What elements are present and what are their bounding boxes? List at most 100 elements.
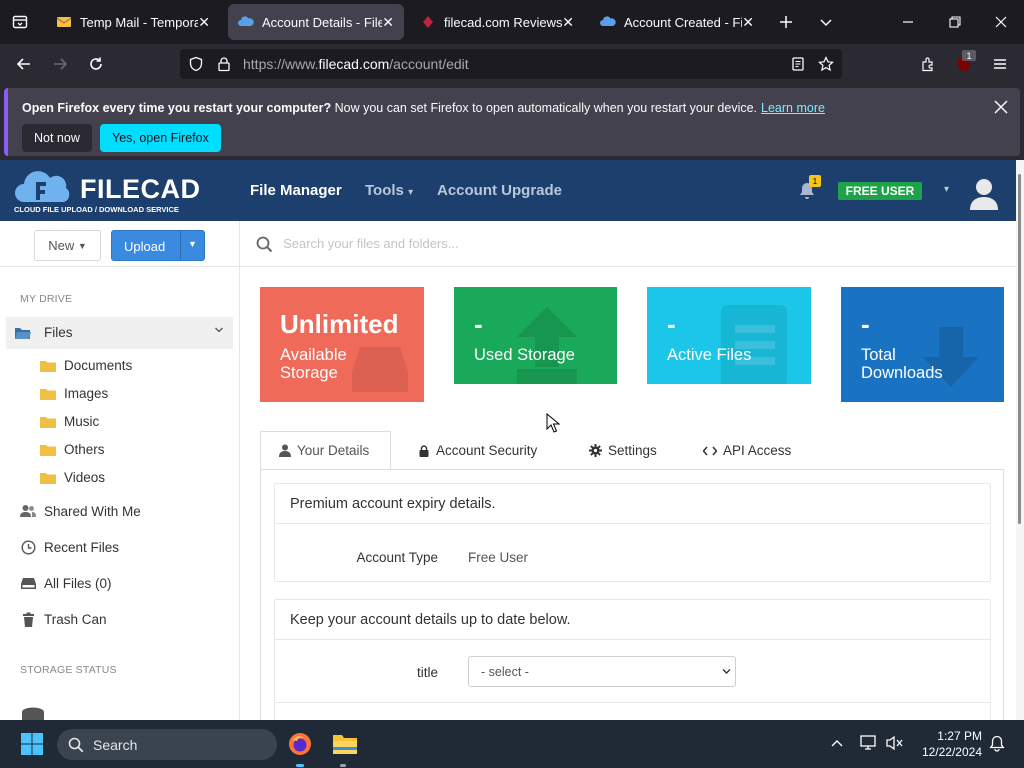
tab-account-details[interactable]: Account Details - Filecad ✕ bbox=[228, 4, 404, 40]
folder-icon bbox=[40, 388, 56, 400]
new-tab-icon[interactable] bbox=[774, 10, 798, 34]
close-icon[interactable]: ✕ bbox=[742, 14, 754, 31]
yes-open-firefox-button[interactable]: Yes, open Firefox bbox=[100, 124, 221, 152]
filecad-logo-icon[interactable] bbox=[14, 168, 76, 206]
sidebar-folder-others[interactable]: Others bbox=[40, 442, 105, 457]
title-select[interactable]: - select - bbox=[468, 656, 736, 687]
stat-label: Used Storage bbox=[474, 346, 575, 364]
button-divider bbox=[180, 231, 181, 260]
nav-account-upgrade[interactable]: Account Upgrade bbox=[437, 182, 562, 199]
close-icon[interactable]: ✕ bbox=[198, 14, 210, 31]
bookmark-star-icon[interactable] bbox=[818, 56, 834, 72]
user-icon bbox=[279, 444, 291, 457]
minimize-icon[interactable] bbox=[896, 10, 920, 34]
sidebar-item-trash[interactable]: Trash Can bbox=[20, 611, 107, 627]
learn-more-link[interactable]: Learn more bbox=[761, 101, 825, 115]
stat-card-available-storage: Unlimited Available Storage bbox=[260, 287, 424, 402]
search-icon bbox=[256, 236, 273, 253]
tab-account-security[interactable]: Account Security bbox=[419, 431, 537, 470]
sidebar-item-label: Shared With Me bbox=[44, 503, 141, 519]
folder-icon bbox=[40, 416, 56, 428]
upload-button[interactable]: Upload ▼ bbox=[111, 230, 205, 261]
taskbar-search[interactable]: Search bbox=[57, 729, 277, 760]
sidebar-folder-videos[interactable]: Videos bbox=[40, 470, 105, 485]
sidebar-folder-music[interactable]: Music bbox=[40, 414, 99, 429]
tab-api-access[interactable]: API Access bbox=[703, 431, 791, 470]
taskbar-search-label: Search bbox=[93, 737, 138, 753]
window-close-icon[interactable] bbox=[989, 10, 1013, 34]
new-button[interactable]: New ▼ bbox=[34, 230, 101, 261]
sidebar-item-label: All Files (0) bbox=[44, 575, 112, 591]
reader-view-icon[interactable] bbox=[790, 56, 806, 72]
restore-icon[interactable] bbox=[943, 10, 967, 34]
folder-label: Music bbox=[64, 414, 100, 429]
tab-temp-mail[interactable]: Temp Mail - Temporary Email ✕ bbox=[46, 4, 220, 40]
page-scrollbar[interactable] bbox=[1016, 160, 1024, 720]
tab-list-icon[interactable] bbox=[8, 10, 32, 34]
chevron-down-icon[interactable] bbox=[214, 325, 224, 335]
folder-label: Documents bbox=[64, 358, 133, 373]
nav-file-manager[interactable]: File Manager bbox=[250, 182, 342, 199]
shield-icon[interactable] bbox=[188, 56, 204, 72]
folder-icon bbox=[40, 472, 56, 484]
stat-value: - bbox=[861, 309, 870, 339]
reload-icon[interactable] bbox=[84, 52, 108, 76]
code-icon bbox=[703, 446, 717, 456]
tab-label: Account Created - Filecad bbox=[624, 14, 742, 30]
url-text[interactable]: https://www.filecad.com/account/edit bbox=[243, 56, 469, 72]
sidebar-item-shared[interactable]: Shared With Me bbox=[20, 503, 141, 519]
network-icon[interactable] bbox=[860, 735, 878, 751]
file-explorer-icon[interactable] bbox=[332, 733, 358, 755]
avatar[interactable] bbox=[968, 176, 1000, 210]
caret-down-icon[interactable]: ▾ bbox=[944, 184, 949, 195]
sidebar: New ▼ Upload ▼ MY DRIVE Files Documents … bbox=[0, 221, 240, 720]
tab-settings[interactable]: Settings bbox=[589, 431, 657, 470]
tab-reviews[interactable]: filecad.com Reviews | check ✕ bbox=[410, 4, 584, 40]
sidebar-folder-images[interactable]: Images bbox=[40, 386, 108, 401]
lock-icon bbox=[419, 444, 429, 457]
clock-icon bbox=[20, 539, 36, 555]
premium-details-panel: Premium account expiry details. bbox=[274, 483, 991, 582]
free-user-badge[interactable]: FREE USER bbox=[838, 182, 922, 200]
hdd-icon bbox=[20, 575, 36, 591]
sidebar-item-all-files[interactable]: All Files (0) bbox=[20, 575, 112, 591]
logo-text[interactable]: FILECAD bbox=[80, 174, 201, 205]
file-search-bar[interactable]: Search your files and folders... bbox=[240, 221, 1016, 267]
nav-tools[interactable]: Tools ▾ bbox=[365, 182, 413, 199]
sidebar-item-recent[interactable]: Recent Files bbox=[20, 539, 119, 555]
users-icon bbox=[20, 503, 36, 519]
extensions-icon[interactable] bbox=[916, 52, 940, 76]
clock-date[interactable]: 12/22/2024 bbox=[914, 745, 982, 759]
chevron-up-icon[interactable] bbox=[831, 739, 843, 747]
clock-time[interactable]: 1:27 PM bbox=[930, 729, 982, 743]
tab-account-created[interactable]: Account Created - Filecad ✕ bbox=[590, 4, 764, 40]
volume-muted-icon[interactable] bbox=[886, 735, 904, 751]
windows-start-icon[interactable] bbox=[21, 733, 43, 755]
stat-value: Unlimited bbox=[280, 309, 399, 339]
url-bar[interactable]: https://www.filecad.com/account/edit bbox=[180, 49, 842, 79]
lock-icon[interactable] bbox=[216, 56, 232, 72]
panel-heading: Keep your account details up to date bel… bbox=[275, 600, 990, 640]
tab-label: API Access bbox=[723, 443, 792, 458]
caret-down-icon[interactable]: ▼ bbox=[188, 239, 197, 249]
notification-bell-icon[interactable] bbox=[989, 735, 1005, 752]
sidebar-item-files[interactable]: Files bbox=[6, 317, 233, 349]
search-input[interactable]: Search your files and folders... bbox=[283, 236, 459, 251]
close-icon[interactable] bbox=[994, 100, 1008, 114]
not-now-button[interactable]: Not now bbox=[22, 124, 92, 152]
sidebar-folder-documents[interactable]: Documents bbox=[40, 358, 132, 373]
select-value: - select - bbox=[481, 665, 529, 679]
hamburger-menu-icon[interactable] bbox=[988, 52, 1012, 76]
close-icon[interactable]: ✕ bbox=[382, 14, 394, 31]
firefox-taskbar-icon[interactable] bbox=[288, 732, 312, 756]
close-icon[interactable]: ✕ bbox=[562, 14, 574, 31]
notification-bold-text: Open Firefox every time you restart your… bbox=[22, 101, 332, 115]
tab-your-details[interactable]: Your Details bbox=[260, 431, 391, 470]
stat-value: - bbox=[667, 309, 676, 339]
scroll-thumb[interactable] bbox=[1018, 174, 1021, 524]
windows-taskbar: Search 1:27 PM 12/22/2024 bbox=[0, 720, 1024, 768]
account-type-label: Account Type bbox=[356, 550, 438, 565]
forward-arrow-icon[interactable] bbox=[48, 52, 72, 76]
back-arrow-icon[interactable] bbox=[12, 52, 36, 76]
chevron-down-icon[interactable] bbox=[814, 10, 838, 34]
